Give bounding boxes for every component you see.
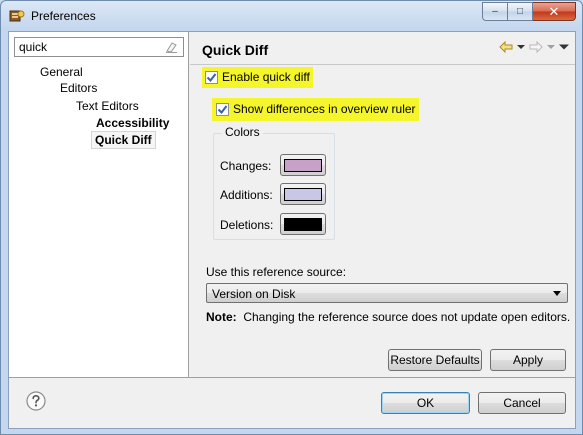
window-controls: – □ ✕ [482, 2, 576, 21]
tree-item-editors[interactable]: Editors [60, 80, 97, 96]
dialog-client-area: General Editors Text Editors Accessibili… [8, 31, 576, 429]
apply-button[interactable]: Apply [490, 349, 566, 371]
ok-button[interactable]: OK [381, 392, 470, 414]
forward-arrow-icon[interactable] [529, 41, 543, 53]
help-icon[interactable] [26, 391, 46, 411]
cancel-button[interactable]: Cancel [478, 392, 566, 414]
note-text: Changing the reference source does not u… [243, 310, 571, 324]
select-value: Version on Disk [212, 287, 296, 301]
checkbox-box[interactable] [216, 102, 229, 116]
page-title: Quick Diff [202, 42, 269, 58]
additions-color-button[interactable] [280, 183, 326, 205]
changes-color-button[interactable] [280, 154, 326, 176]
note-prefix: Note: [206, 310, 237, 324]
deletions-label: Deletions: [220, 218, 274, 232]
view-menu-icon[interactable] [559, 44, 569, 50]
additions-label: Additions: [220, 188, 273, 202]
quick-diff-page: Quick Diff Enable quick diff Show differ… [190, 32, 575, 377]
checkmark-icon [206, 72, 217, 82]
title-bar[interactable]: Preferences – □ ✕ [1, 1, 582, 31]
deletions-color-swatch [284, 217, 322, 231]
restore-defaults-button[interactable]: Restore Defaults [388, 349, 482, 371]
button-bar-separator [9, 377, 575, 378]
checkbox-box[interactable] [205, 70, 218, 84]
reference-note: Note: Changing the reference source does… [206, 310, 570, 324]
window-title: Preferences [31, 9, 96, 23]
title-separator [190, 64, 575, 65]
colors-group: Colors Changes: Additions: Deletions: [213, 125, 335, 240]
filter-input[interactable] [15, 38, 165, 56]
changes-label: Changes: [220, 159, 272, 173]
checkbox-label: Show differences in overview ruler [233, 102, 416, 116]
maximize-button[interactable]: □ [508, 2, 533, 21]
colors-legend: Colors [222, 125, 263, 139]
chevron-down-icon [553, 291, 561, 296]
checkmark-icon [217, 104, 228, 114]
back-arrow-icon[interactable] [499, 41, 513, 53]
deletions-color-button[interactable] [280, 213, 326, 235]
minimize-button[interactable]: – [482, 2, 508, 21]
reference-source-select[interactable]: Version on Disk [206, 283, 568, 303]
tree-item-accessibility[interactable]: Accessibility [96, 115, 169, 131]
reference-source-label: Use this reference source: [206, 265, 347, 279]
page-navigation [499, 41, 569, 53]
forward-dropdown-icon[interactable] [547, 44, 555, 50]
close-icon: ✕ [548, 3, 560, 19]
eraser-icon[interactable] [165, 41, 178, 53]
maximize-icon: □ [516, 6, 524, 17]
back-dropdown-icon[interactable] [517, 44, 525, 50]
changes-color-swatch [284, 158, 322, 172]
preferences-window: Preferences – □ ✕ General Editors Text E… [0, 0, 583, 435]
enable-quick-diff-checkbox[interactable]: Enable quick diff [205, 70, 310, 84]
tree-item-text-editors[interactable]: Text Editors [76, 98, 139, 114]
filter-box [14, 37, 184, 57]
close-button[interactable]: ✕ [533, 2, 576, 21]
additions-color-swatch [284, 187, 322, 201]
preference-tree-pane: General Editors Text Editors Accessibili… [9, 32, 189, 377]
tree-item-general[interactable]: General [40, 64, 83, 80]
eclipse-preferences-icon [9, 10, 25, 22]
minimize-icon: – [492, 6, 498, 17]
show-differences-checkbox[interactable]: Show differences in overview ruler [216, 102, 416, 116]
checkbox-label: Enable quick diff [222, 70, 310, 84]
tree-item-quick-diff[interactable]: Quick Diff [91, 131, 156, 149]
